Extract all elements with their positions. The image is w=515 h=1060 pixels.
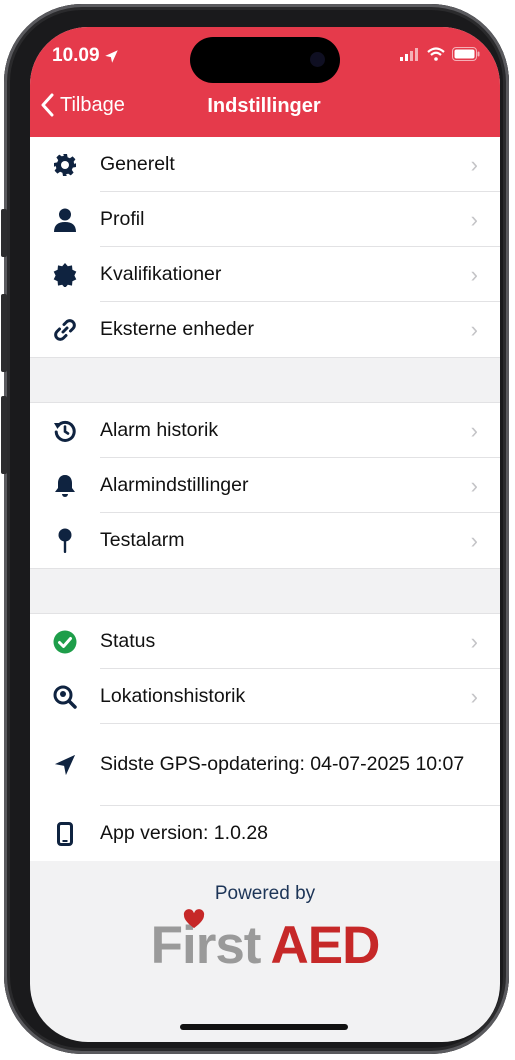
row-kvalifikationer[interactable]: Kvalifikationer › [30, 247, 500, 302]
volume-down-button [1, 396, 7, 474]
row-alarmindstillinger[interactable]: Alarmindstillinger › [30, 458, 500, 513]
settings-list: Generelt › Profil › Kvalifikationer › Ek… [30, 137, 500, 976]
home-indicator[interactable] [180, 1024, 348, 1030]
header: 10.09 Tilbage Indstillinger [30, 27, 500, 137]
screen: 10.09 Tilbage Indstillinger Generelt › P… [30, 27, 500, 1042]
row-eksterne-enheder[interactable]: Eksterne enheder › [30, 302, 500, 357]
phone-icon [57, 821, 73, 846]
wifi-icon [427, 47, 445, 61]
row-app-version: App version: 1.0.28 [30, 806, 500, 861]
row-lokationshistorik[interactable]: Lokationshistorik › [30, 669, 500, 724]
dynamic-island [190, 37, 340, 83]
battery-icon [452, 47, 480, 61]
chevron-right-icon: › [470, 683, 478, 709]
section-spacer [30, 568, 500, 614]
bell-icon [55, 474, 75, 497]
check-circle-icon [53, 630, 77, 653]
settings-group-status: Status › Lokationshistorik › Sidste GPS-… [30, 614, 500, 861]
chevron-right-icon: › [470, 151, 478, 177]
section-spacer [30, 357, 500, 403]
chevron-right-icon: › [470, 316, 478, 342]
row-profil[interactable]: Profil › [30, 192, 500, 247]
location-arrow-small-icon [104, 49, 118, 63]
page-title: Indstillinger [207, 95, 321, 117]
signal-icon [400, 47, 418, 61]
first-aed-logo: First AED [151, 909, 380, 976]
gear-icon [54, 153, 76, 176]
chevron-right-icon: › [470, 261, 478, 287]
row-generelt[interactable]: Generelt › [30, 137, 500, 192]
chevron-right-icon: › [470, 527, 478, 553]
footer: Powered by First AED [30, 861, 500, 976]
settings-group-alarm: Alarm historik › Alarmindstillinger › Te… [30, 403, 500, 568]
location-arrow-icon [54, 754, 76, 776]
pin-icon [58, 528, 72, 553]
row-testalarm[interactable]: Testalarm › [30, 513, 500, 568]
status-icons [400, 47, 480, 61]
certificate-icon [53, 262, 77, 287]
row-status[interactable]: Status › [30, 614, 500, 669]
row-alarm-historik[interactable]: Alarm historik › [30, 403, 500, 458]
chevron-right-icon: › [470, 628, 478, 654]
user-icon [54, 208, 76, 232]
chevron-right-icon: › [470, 472, 478, 498]
link-icon [54, 318, 76, 341]
volume-up-button [1, 294, 7, 372]
status-time: 10.09 [52, 45, 119, 67]
settings-group-general: Generelt › Profil › Kvalifikationer › Ek… [30, 137, 500, 357]
powered-by-label: Powered by [214, 883, 316, 904]
heart-icon [183, 909, 204, 929]
row-gps-update: Sidste GPS-opdatering: 04-07-2025 10:07 [30, 724, 500, 806]
chevron-right-icon: › [470, 417, 478, 443]
search-location-icon [53, 685, 77, 709]
history-icon [54, 420, 76, 442]
chevron-right-icon: › [470, 206, 478, 232]
action-button [1, 209, 7, 257]
